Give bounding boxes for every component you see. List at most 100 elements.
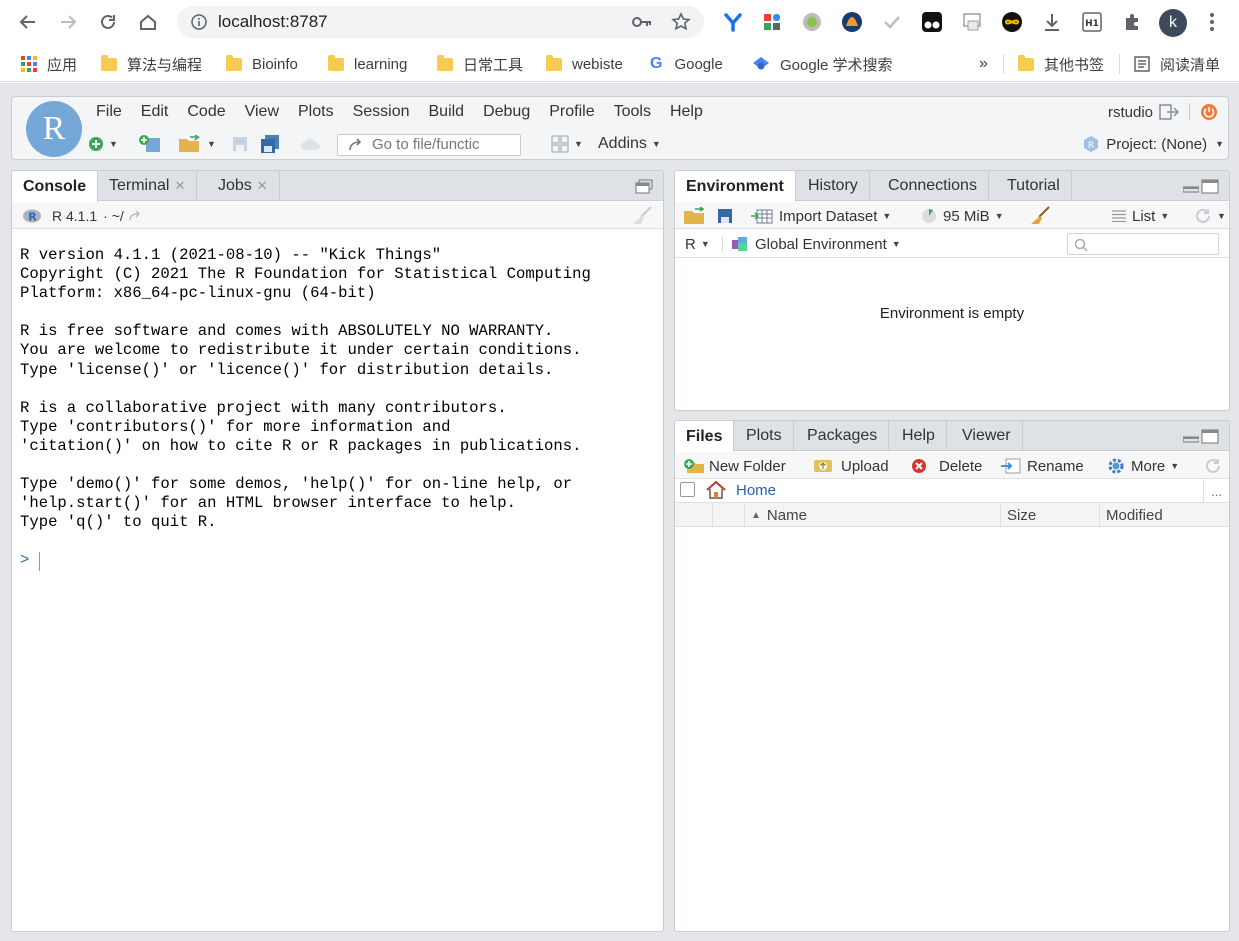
menu-build[interactable]: Build	[429, 103, 465, 121]
menu-debug[interactable]: Debug	[483, 103, 530, 121]
tab-help[interactable]: Help	[891, 421, 947, 451]
publish-button[interactable]	[300, 134, 322, 154]
circle-extension-icon[interactable]	[800, 10, 824, 34]
info-icon[interactable]	[191, 14, 207, 30]
more-button[interactable]: More ▼	[1107, 456, 1179, 476]
reload-button[interactable]	[96, 10, 120, 34]
tab-viewer[interactable]: Viewer	[951, 421, 1023, 451]
column-size[interactable]: Size	[1000, 503, 1099, 527]
console-input-cursor[interactable]	[39, 552, 40, 571]
back-button[interactable]	[16, 10, 40, 34]
bookmark-scholar[interactable]: Google 学术搜索	[752, 54, 893, 74]
save-all-button[interactable]	[260, 134, 280, 154]
column-modified[interactable]: Modified	[1099, 503, 1229, 527]
key-icon[interactable]	[632, 14, 652, 30]
bookmark-folder[interactable]: learning	[328, 54, 407, 74]
refresh-env-button[interactable]: ▼	[1194, 206, 1226, 226]
refresh-files-button[interactable]	[1204, 456, 1222, 476]
path-more-button[interactable]: ...	[1203, 479, 1229, 503]
list-view-button[interactable]: List ▼	[1112, 206, 1169, 226]
bookmark-folder[interactable]: 算法与编程	[101, 54, 202, 74]
tampermonkey-icon[interactable]	[920, 10, 944, 34]
bookmark-apps[interactable]: 应用	[21, 54, 77, 74]
extensions-puzzle-icon[interactable]	[1120, 10, 1144, 34]
tab-history[interactable]: History	[797, 171, 870, 201]
check-extension-icon[interactable]	[880, 10, 904, 34]
download-icon[interactable]	[1040, 10, 1064, 34]
import-dataset-button[interactable]: Import Dataset ▼	[751, 206, 891, 226]
tab-plots[interactable]: Plots	[735, 421, 794, 451]
maximize-pane-icon[interactable]	[1201, 429, 1219, 444]
bookmark-google[interactable]: G Google	[650, 54, 723, 74]
layout-button[interactable]: ▼	[551, 134, 583, 154]
load-workspace-button[interactable]	[683, 206, 707, 226]
tab-console[interactable]: Console	[12, 171, 99, 202]
new-folder-button[interactable]: New Folder	[683, 456, 786, 476]
bookmark-folder[interactable]: 日常工具	[437, 54, 523, 74]
new-file-button[interactable]: ▼	[88, 134, 118, 154]
minimize-pane-icon[interactable]	[1183, 185, 1199, 193]
bookmark-folder[interactable]: Bioinfo	[226, 54, 298, 74]
reading-list-button[interactable]: 阅读清单	[1134, 54, 1220, 74]
open-file-button[interactable]: ▼	[178, 134, 216, 154]
address-bar[interactable]: localhost:8787	[177, 6, 704, 38]
breadcrumb-home-link[interactable]: Home	[736, 482, 776, 499]
clear-env-button[interactable]	[1029, 206, 1051, 226]
star-bookmark-icon[interactable]	[671, 12, 691, 32]
select-all-checkbox[interactable]	[680, 482, 695, 497]
close-icon[interactable]: ✕	[174, 178, 185, 194]
goto-file-input[interactable]: Go to file/functic	[337, 134, 521, 156]
tab-terminal[interactable]: Terminal ✕	[98, 171, 198, 201]
maximize-pane-icon[interactable]	[1201, 179, 1219, 194]
profile-avatar[interactable]: k	[1159, 9, 1187, 37]
save-button[interactable]	[232, 134, 248, 154]
delete-button[interactable]: Delete	[911, 456, 982, 476]
tab-connections[interactable]: Connections	[877, 171, 989, 201]
menu-profile[interactable]: Profile	[549, 103, 594, 121]
h1-extension-icon[interactable]: H1	[1080, 10, 1104, 34]
translate-extension-icon[interactable]	[960, 10, 984, 34]
restore-pane-icon[interactable]	[635, 179, 653, 194]
sign-out-icon[interactable]	[1159, 103, 1179, 121]
kebab-menu-icon[interactable]	[1200, 10, 1224, 34]
tab-environment[interactable]: Environment	[675, 171, 796, 202]
language-selector[interactable]: R ▼	[685, 234, 710, 254]
menu-edit[interactable]: Edit	[141, 103, 169, 121]
menu-help[interactable]: Help	[670, 103, 703, 121]
tab-jobs[interactable]: Jobs ✕	[207, 171, 280, 201]
y-extension-icon[interactable]	[721, 10, 745, 34]
tab-packages[interactable]: Packages	[796, 421, 890, 451]
bookmark-folder[interactable]: webiste	[546, 54, 623, 74]
menu-view[interactable]: View	[245, 103, 279, 121]
addins-button[interactable]: Addins ▼	[598, 134, 661, 154]
minimize-pane-icon[interactable]	[1183, 435, 1199, 443]
project-menu[interactable]: R Project: (None) ▼	[1082, 135, 1224, 153]
bookmark-other[interactable]: 其他书签	[1018, 54, 1104, 74]
global-environment-selector[interactable]: Global Environment ▼	[731, 234, 901, 254]
close-icon[interactable]: ✕	[257, 178, 268, 194]
forward-button[interactable]	[56, 10, 80, 34]
working-dir[interactable]: · ~/	[103, 208, 124, 224]
fox-extension-icon[interactable]	[840, 10, 864, 34]
memory-usage-button[interactable]: 95 MiB ▼	[921, 206, 1004, 226]
environment-search-input[interactable]	[1067, 233, 1219, 255]
tab-tutorial[interactable]: Tutorial	[996, 171, 1072, 201]
clear-console-broom-icon[interactable]	[631, 206, 653, 226]
menu-plots[interactable]: Plots	[298, 103, 334, 121]
menu-code[interactable]: Code	[187, 103, 225, 121]
save-workspace-button[interactable]	[717, 206, 733, 226]
tab-files[interactable]: Files	[675, 421, 735, 452]
column-name[interactable]: ▲ Name	[744, 503, 1000, 527]
new-project-button[interactable]	[138, 134, 162, 154]
tiles-extension-icon[interactable]	[760, 10, 784, 34]
menu-tools[interactable]: Tools	[614, 103, 651, 121]
upload-button[interactable]: Upload	[813, 456, 889, 476]
power-icon[interactable]	[1200, 103, 1218, 121]
more-bookmarks-button[interactable]: »	[979, 54, 988, 74]
infinity-extension-icon[interactable]	[1000, 10, 1024, 34]
go-to-dir-icon[interactable]	[128, 210, 142, 222]
menu-file[interactable]: File	[96, 103, 122, 121]
menu-session[interactable]: Session	[353, 103, 410, 121]
rename-button[interactable]: Rename	[1001, 456, 1084, 476]
home-button[interactable]	[136, 10, 160, 34]
